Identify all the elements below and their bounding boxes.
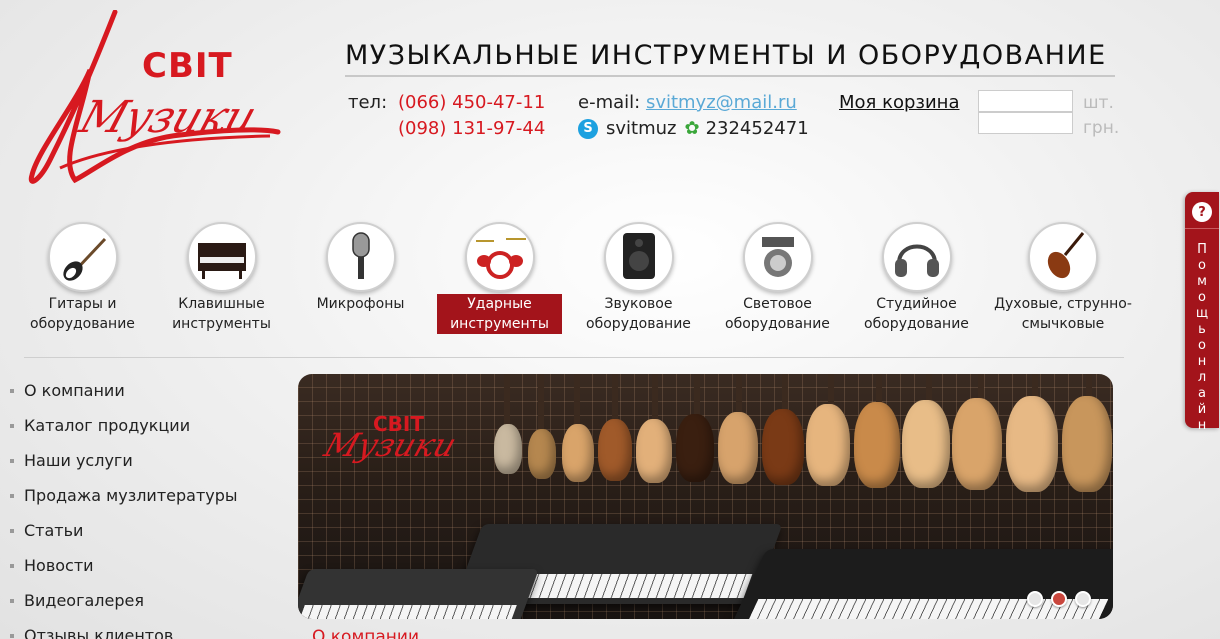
- slider-dots: [1027, 591, 1091, 607]
- hero-banner[interactable]: СВІТ Музики: [298, 374, 1113, 619]
- email-label: e-mail:: [578, 92, 641, 113]
- phone-1: (066) 450-47-11: [398, 92, 546, 113]
- keyboard-image: [729, 549, 1113, 619]
- piano-icon: [186, 222, 257, 292]
- slider-dot-1[interactable]: [1027, 591, 1043, 607]
- cart-sum-unit: грн.: [1083, 118, 1120, 138]
- category-keyboards[interactable]: Клавишные инструменты: [159, 222, 284, 334]
- sidebar-menu: О компании Каталог продукции Наши услуги…: [10, 373, 238, 639]
- category-wind-strings[interactable]: Духовые, струнно-смычковые: [993, 222, 1133, 334]
- sidebar-item-articles[interactable]: Статьи: [10, 513, 238, 548]
- guitar-image: [598, 419, 632, 481]
- sidebar-item-label: О компании: [24, 381, 125, 400]
- logo-svit-text: СВІТ: [142, 46, 233, 86]
- bullet: [10, 633, 14, 638]
- guitar-image: [806, 404, 850, 486]
- divider: [1185, 228, 1219, 229]
- cart-qty-unit: шт.: [1083, 93, 1114, 113]
- category-light[interactable]: Световое оборудование: [715, 222, 840, 334]
- bullet: [10, 388, 14, 393]
- bullet: [10, 528, 14, 533]
- guitar-image: [636, 419, 672, 483]
- guitar-image: [676, 414, 714, 482]
- icq-number: 232452471: [705, 118, 809, 139]
- guitar-image: [718, 412, 758, 484]
- sidebar-item-news[interactable]: Новости: [10, 548, 238, 583]
- guitar-image: [1006, 396, 1058, 492]
- category-guitars[interactable]: Гитары и оборудование: [20, 222, 145, 334]
- category-label: Ударные инструменты: [437, 294, 562, 334]
- sidebar-item-label: Статьи: [24, 521, 84, 540]
- phone-2: (098) 131-97-44: [398, 118, 546, 139]
- sidebar-item-label: Наши услуги: [24, 451, 133, 470]
- category-label: Микрофоны: [316, 296, 405, 312]
- guitar-image: [528, 429, 556, 479]
- sidebar-item-music-literature[interactable]: Продажа музлитературы: [10, 478, 238, 513]
- email-link[interactable]: svitmyz@mail.ru: [646, 92, 797, 113]
- icq-icon: ✿: [684, 118, 700, 139]
- category-nav: Гитары и оборудование Клавишные инструме…: [20, 222, 1133, 337]
- cart-link[interactable]: Моя корзина: [839, 92, 959, 113]
- messenger-contacts: S svitmuz ✿ 232452471: [578, 118, 809, 139]
- help-online-tab[interactable]: ? Помощь онлайн: [1185, 192, 1219, 433]
- bullet: [10, 458, 14, 463]
- sidebar-item-catalog[interactable]: Каталог продукции: [10, 408, 238, 443]
- about-heading[interactable]: О компании: [312, 627, 419, 639]
- category-microphones[interactable]: Микрофоны: [298, 222, 423, 314]
- category-label: Студийное оборудование: [864, 296, 969, 332]
- help-online-label: Помощь онлайн: [1195, 242, 1209, 433]
- category-label: Звуковое оборудование: [586, 296, 691, 332]
- email-contact: e-mail: svitmyz@mail.ru: [578, 92, 797, 113]
- keyboard-keys: [298, 605, 517, 619]
- sidebar-item-label: Новости: [24, 556, 94, 575]
- sidebar-item-label: Отзывы клиентов: [24, 626, 174, 639]
- category-sound[interactable]: Звуковое оборудование: [576, 222, 701, 334]
- sidebar-item-about[interactable]: О компании: [10, 373, 238, 408]
- headphones-icon: [881, 222, 952, 292]
- sidebar-item-label: Продажа музлитературы: [24, 486, 238, 505]
- sidebar-item-services[interactable]: Наши услуги: [10, 443, 238, 478]
- bullet: [10, 598, 14, 603]
- skype-name: svitmuz: [606, 118, 677, 139]
- skype-icon: S: [578, 118, 598, 139]
- sidebar-item-label: Видеогалерея: [24, 591, 144, 610]
- microphone-icon: [325, 222, 396, 292]
- page-title: МУЗЫКАЛЬНЫЕ ИНСТРУМЕНТЫ И ОБОРУДОВАНИЕ: [345, 40, 1115, 77]
- category-studio[interactable]: Студийное оборудование: [854, 222, 979, 334]
- divider: [24, 357, 1124, 358]
- guitar-image: [494, 424, 522, 474]
- cart-sum-field: [978, 112, 1073, 134]
- guitar-image: [1062, 396, 1112, 492]
- banner-logo-muzyky: Музики: [319, 426, 462, 464]
- drums-icon: [464, 222, 535, 292]
- bullet: [10, 423, 14, 428]
- speaker-icon: [603, 222, 674, 292]
- sidebar-item-label: Каталог продукции: [24, 416, 191, 435]
- category-label: Духовые, струнно-смычковые: [994, 296, 1132, 332]
- guitar-image: [562, 424, 594, 482]
- category-label: Световое оборудование: [725, 296, 830, 332]
- logo-muzyky-text: Музики: [73, 92, 262, 143]
- guitar-image: [902, 400, 950, 488]
- category-drums[interactable]: Ударные инструменты: [437, 222, 562, 334]
- sidebar-item-reviews[interactable]: Отзывы клиентов: [10, 618, 238, 639]
- tel-label: тел:: [348, 92, 388, 113]
- guitar-image: [952, 398, 1002, 490]
- bullet: [10, 563, 14, 568]
- chat-icon: ?: [1192, 202, 1212, 222]
- keyboard-image: [298, 569, 539, 619]
- guitar-image: [854, 402, 900, 488]
- category-label: Гитары и оборудование: [30, 296, 135, 332]
- bullet: [10, 493, 14, 498]
- slider-dot-2[interactable]: [1051, 591, 1067, 607]
- cart-qty-field: [978, 90, 1073, 112]
- sidebar-item-video[interactable]: Видеогалерея: [10, 583, 238, 618]
- slider-dot-3[interactable]: [1075, 591, 1091, 607]
- site-logo[interactable]: СВІТ Музики: [20, 10, 285, 190]
- guitar-icon: [47, 222, 118, 292]
- violin-icon: [1028, 222, 1098, 292]
- category-label: Клавишные инструменты: [172, 296, 271, 332]
- light-icon: [742, 222, 813, 292]
- guitar-image: [762, 409, 804, 485]
